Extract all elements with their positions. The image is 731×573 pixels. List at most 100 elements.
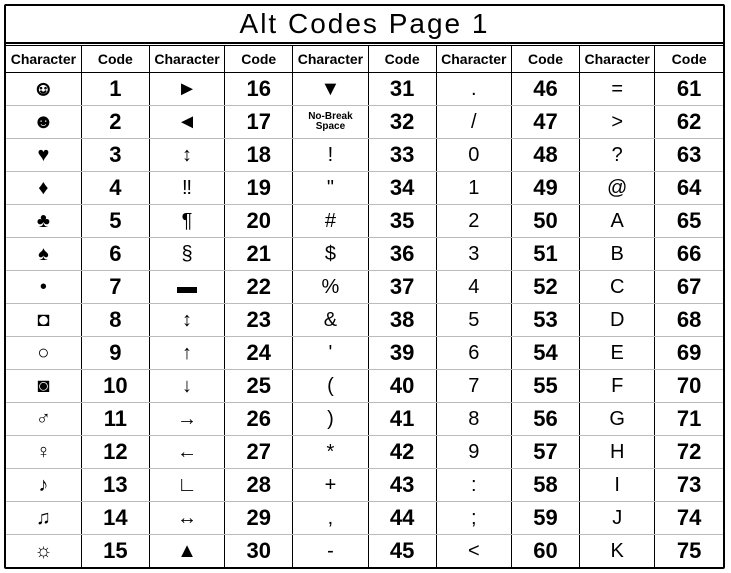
character-cell: !: [293, 139, 368, 172]
code-cell: 37: [368, 271, 436, 304]
code-cell: 39: [368, 337, 436, 370]
character-cell: 6: [436, 337, 511, 370]
header-row: CharacterCodeCharacterCodeCharacterCodeC…: [6, 45, 723, 73]
character-cell: ': [293, 337, 368, 370]
code-cell: 47: [511, 106, 579, 139]
character-cell: ↔: [149, 502, 224, 535]
code-cell: 6: [81, 238, 149, 271]
table-row: ♥3↕18!33048?63: [6, 139, 723, 172]
code-cell: 1: [81, 73, 149, 106]
code-cell: 25: [225, 370, 293, 403]
col-header-character: Character: [149, 45, 224, 73]
character-cell: ◘: [6, 304, 81, 337]
character-cell: 4: [436, 271, 511, 304]
code-cell: 16: [225, 73, 293, 106]
character-cell: ☼: [6, 535, 81, 568]
code-cell: 52: [511, 271, 579, 304]
code-cell: 4: [81, 172, 149, 205]
code-cell: 26: [225, 403, 293, 436]
character-cell: ♪: [6, 469, 81, 502]
code-cell: 27: [225, 436, 293, 469]
alt-codes-table: CharacterCodeCharacterCodeCharacterCodeC…: [6, 43, 723, 567]
character-cell: /: [436, 106, 511, 139]
table-row: ♀12←27*42957H72: [6, 436, 723, 469]
col-header-code: Code: [655, 45, 723, 73]
character-cell: 3: [436, 238, 511, 271]
character-cell: ": [293, 172, 368, 205]
alt-codes-table-frame: Alt Codes Page 1 CharacterCodeCharacterC…: [4, 4, 725, 569]
code-cell: 11: [81, 403, 149, 436]
code-cell: 44: [368, 502, 436, 535]
code-cell: 40: [368, 370, 436, 403]
code-cell: 72: [655, 436, 723, 469]
character-cell: →: [149, 403, 224, 436]
code-cell: 54: [511, 337, 579, 370]
code-cell: 12: [81, 436, 149, 469]
character-cell: &: [293, 304, 368, 337]
code-cell: 14: [81, 502, 149, 535]
col-header-character: Character: [293, 45, 368, 73]
character-cell: #: [293, 205, 368, 238]
character-cell: E: [580, 337, 655, 370]
code-cell: 8: [81, 304, 149, 337]
character-cell: ▼: [293, 73, 368, 106]
character-cell: ↑: [149, 337, 224, 370]
character-cell: ): [293, 403, 368, 436]
character-cell: ♠: [6, 238, 81, 271]
code-cell: 73: [655, 469, 723, 502]
table-row: ♣5¶20#35250A65: [6, 205, 723, 238]
code-cell: 56: [511, 403, 579, 436]
code-cell: 3: [81, 139, 149, 172]
code-cell: 75: [655, 535, 723, 568]
col-header-code: Code: [368, 45, 436, 73]
code-cell: 45: [368, 535, 436, 568]
character-cell: H: [580, 436, 655, 469]
code-cell: 64: [655, 172, 723, 205]
character-cell: 9: [436, 436, 511, 469]
code-cell: 38: [368, 304, 436, 337]
character-cell: G: [580, 403, 655, 436]
code-cell: 41: [368, 403, 436, 436]
code-cell: 5: [81, 205, 149, 238]
code-cell: 31: [368, 73, 436, 106]
code-cell: 36: [368, 238, 436, 271]
code-cell: 49: [511, 172, 579, 205]
character-cell: ☺: [6, 73, 81, 106]
table-row: ○9↑24'39654E69: [6, 337, 723, 370]
character-cell: ♀: [6, 436, 81, 469]
character-cell: ‼: [149, 172, 224, 205]
code-cell: 9: [81, 337, 149, 370]
code-cell: 20: [225, 205, 293, 238]
table-row: ◘8↕23&38553D68: [6, 304, 723, 337]
character-cell: :: [436, 469, 511, 502]
code-cell: 35: [368, 205, 436, 238]
character-cell: %: [293, 271, 368, 304]
table-row: ◙10↓25(40755F70: [6, 370, 723, 403]
character-cell: 5: [436, 304, 511, 337]
code-cell: 74: [655, 502, 723, 535]
character-cell: 0: [436, 139, 511, 172]
code-cell: 17: [225, 106, 293, 139]
character-cell: 2: [436, 205, 511, 238]
character-cell: ;: [436, 502, 511, 535]
code-cell: 34: [368, 172, 436, 205]
character-cell: ►: [149, 73, 224, 106]
character-cell: ◙: [6, 370, 81, 403]
character-cell: C: [580, 271, 655, 304]
character-cell: ♦: [6, 172, 81, 205]
character-cell: I: [580, 469, 655, 502]
character-cell: A: [580, 205, 655, 238]
code-cell: 65: [655, 205, 723, 238]
character-cell: =: [580, 73, 655, 106]
code-cell: 15: [81, 535, 149, 568]
code-cell: 71: [655, 403, 723, 436]
code-cell: 24: [225, 337, 293, 370]
table-row: ♦4‼19"34149@64: [6, 172, 723, 205]
code-cell: 68: [655, 304, 723, 337]
code-cell: 58: [511, 469, 579, 502]
character-cell: F: [580, 370, 655, 403]
code-cell: 60: [511, 535, 579, 568]
character-cell: ?: [580, 139, 655, 172]
character-cell: ○: [6, 337, 81, 370]
character-cell: >: [580, 106, 655, 139]
